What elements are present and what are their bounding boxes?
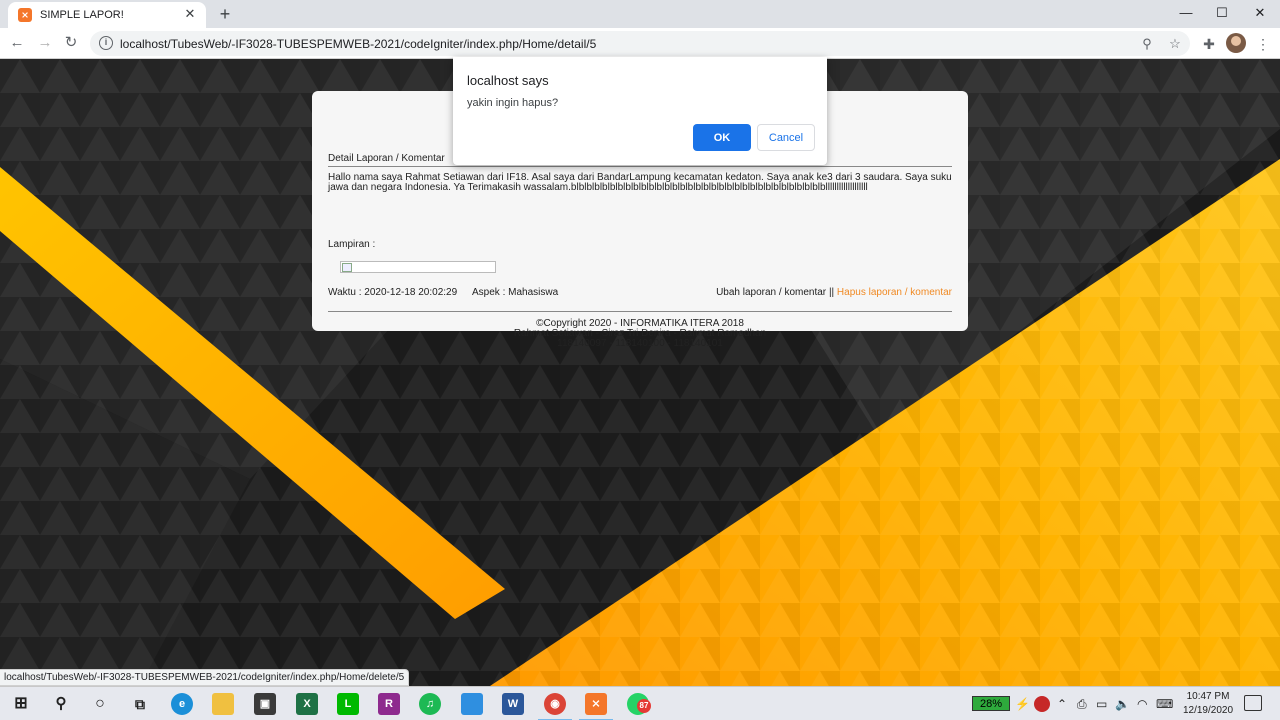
file-explorer-icon[interactable] [212,693,234,715]
chrome-icon[interactable]: ◉ [538,693,572,720]
maximize-icon[interactable]: ☐ [1204,4,1240,22]
winrar-icon[interactable]: R [378,693,400,715]
footer-ids: 118140097 - 118140100 - 118140101 [557,338,723,349]
windows-start-icon[interactable]: ⊞ [10,693,32,715]
new-tab-button[interactable]: + [214,4,236,24]
volume-icon[interactable]: 🔈 [1115,695,1130,713]
section-title: Detail Laporan / Komentar [328,153,445,164]
minimize-icon[interactable]: — [1168,4,1204,22]
reload-icon[interactable]: ↻ [60,33,82,53]
clock-time: 10:47 PM [1186,691,1230,702]
footer-divider [328,311,952,312]
tray-app-icon[interactable] [1034,696,1050,712]
menu-icon[interactable]: ⋮ [1252,33,1274,55]
tab-title: SIMPLE LAPOR! [40,9,124,21]
notification-center-icon[interactable] [1244,695,1262,711]
forward-icon[interactable]: → [34,33,56,53]
avatar[interactable] [1226,33,1246,53]
report-time: Waktu : 2020-12-18 20:02:29 [328,287,458,298]
back-icon[interactable]: ← [6,33,28,53]
link-separator: || [828,287,835,298]
search-icon[interactable]: ⚲ [50,693,72,715]
cortana-icon[interactable]: ○ [89,693,111,715]
close-window-icon[interactable]: ✕ [1242,4,1278,22]
edge-icon[interactable]: e [171,693,193,715]
notification-badge: 87 [637,699,651,713]
taskbar: ⊞ ⚲ ○ ⧉ e ▣ X L R ♫ W ◉ ⨯ 87 28% ⚡ ⌃ ⎙ ▭… [0,686,1280,720]
excel-icon[interactable]: X [296,693,318,715]
system-clock[interactable]: 10:47 PM 12/19/2020 [1180,690,1236,718]
edit-report-link[interactable]: Ubah laporan / komentar [716,287,826,298]
xampp-icon: ⨯ [18,8,32,22]
task-view-icon[interactable]: ⧉ [129,693,151,715]
wifi-icon[interactable]: ◠ [1137,695,1147,713]
dialog-title: localhost says [467,73,549,88]
line-icon[interactable]: L [337,693,359,715]
browser-toolbar: ← → ↻ i localhost/TubesWeb/-IF3028-TUBES… [0,28,1280,59]
dialog-message: yakin ingin hapus? [467,97,559,109]
chevron-up-icon[interactable]: ⌃ [1057,695,1067,713]
clock-date: 12/19/2020 [1182,705,1234,716]
browser-tab[interactable]: ⨯ SIMPLE LAPOR! ✕ [8,2,206,28]
delete-report-link[interactable]: Hapus laporan / komentar [837,287,952,298]
word-icon[interactable]: W [502,693,524,715]
info-icon[interactable]: i [99,36,113,50]
whatsapp-icon[interactable]: 87 [627,693,651,715]
extensions-icon[interactable]: ✚ [1198,33,1220,55]
report-text: Hallo nama saya Rahmat Setiawan dari IF1… [328,172,952,193]
broken-image-icon [342,263,352,272]
power-icon[interactable]: ▭ [1096,695,1107,713]
attachment-label: Lampiran : [328,239,376,250]
xampp-icon[interactable]: ⨯ [579,693,613,720]
meet-now-icon[interactable]: ⎙ [1077,695,1087,713]
spotify-icon[interactable]: ♫ [419,693,441,715]
attachment-image[interactable] [340,261,496,273]
status-bar-url: localhost/TubesWeb/-IF3028-TUBESPEMWEB-2… [0,669,410,686]
report-aspect: Aspek : Mahasiswa [472,287,559,298]
footer: ©Copyright 2020 - INFORMATIKA ITERA 2018… [328,319,952,349]
battery-indicator[interactable]: 28% [972,696,1010,711]
zoom-icon[interactable]: ⚲ [1138,35,1156,53]
cancel-button[interactable]: Cancel [757,124,815,151]
url-text: localhost/TubesWeb/-IF3028-TUBESPEMWEB-2… [120,37,597,51]
files-icon[interactable] [461,693,483,715]
divider [328,166,952,167]
tab-strip: ⨯ SIMPLE LAPOR! ✕ + — ☐ ✕ [0,0,1280,28]
bookmark-star-icon[interactable]: ☆ [1166,35,1184,53]
confirm-dialog: localhost says yakin ingin hapus? OK Can… [453,57,827,165]
store-icon[interactable]: ▣ [254,693,276,715]
report-actions: Ubah laporan / komentar || Hapus laporan… [716,287,952,298]
charging-icon: ⚡ [1015,697,1030,711]
ok-button[interactable]: OK [693,124,751,151]
keyboard-icon[interactable]: ⌨ [1156,695,1173,713]
close-tab-icon[interactable]: ✕ [182,6,198,22]
address-bar[interactable]: i localhost/TubesWeb/-IF3028-TUBESPEMWEB… [90,31,1190,56]
